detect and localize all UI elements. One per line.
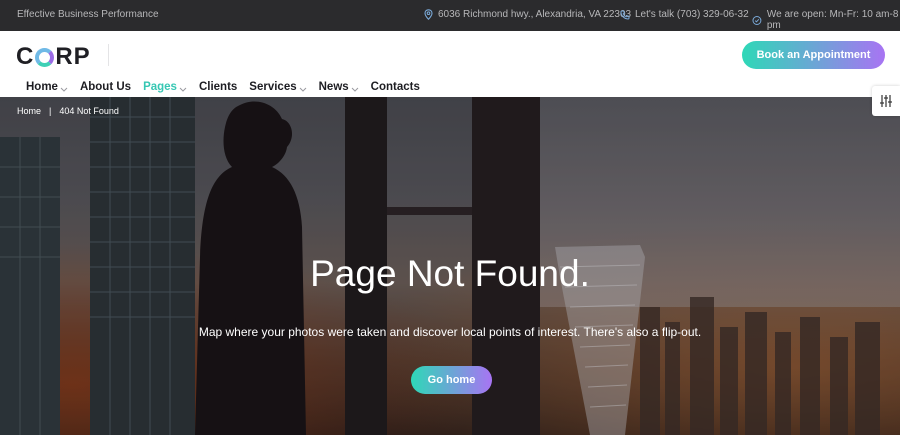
clock-icon	[752, 15, 762, 25]
nav-item-pages[interactable]: Pages	[143, 81, 187, 93]
phone-icon	[620, 10, 630, 20]
chevron-down-icon	[351, 87, 359, 92]
main-nav: Home About Us Pages Clients Services New…	[26, 81, 432, 93]
phone-text: Let's talk (703) 329-06-32	[635, 9, 749, 20]
address-info: 6036 Richmond hwy., Alexandria, VA 22303	[424, 9, 631, 20]
nav-item-home[interactable]: Home	[26, 81, 68, 93]
hours-text: We are open: Mn-Fr: 10 am-8 pm	[766, 9, 899, 31]
logo-divider	[108, 44, 109, 66]
nav-item-news[interactable]: News	[319, 81, 359, 93]
nav-item-label: Contacts	[370, 81, 420, 93]
breadcrumb-separator: |	[49, 106, 52, 116]
nav-item-contacts[interactable]: Contacts	[371, 81, 420, 93]
logo-letters-rp: RP	[55, 43, 91, 70]
logo-ring-icon	[35, 47, 55, 67]
nav-item-label: About Us	[79, 81, 132, 93]
nav-item-clients[interactable]: Clients	[199, 81, 237, 93]
go-home-button[interactable]: Go home	[411, 366, 492, 394]
nav-item-label: Home	[26, 81, 58, 93]
tagline: Effective Business Performance	[17, 9, 159, 20]
nav-item-label: News	[318, 81, 349, 93]
breadcrumb: Home | 404 Not Found	[17, 106, 119, 116]
address-text: 6036 Richmond hwy., Alexandria, VA 22303	[438, 9, 632, 20]
nav-item-about-us[interactable]: About Us	[80, 81, 131, 93]
chevron-down-icon	[60, 87, 68, 92]
nav-item-services[interactable]: Services	[249, 81, 306, 93]
map-pin-icon	[424, 9, 433, 20]
hours-info: We are open: Mn-Fr: 10 am-8 pm	[752, 9, 900, 31]
logo-letter-c: C	[16, 43, 35, 70]
chevron-down-icon	[299, 87, 306, 92]
page-subtitle: Map where your photos were taken and dis…	[198, 325, 702, 339]
logo[interactable]: C RP	[16, 43, 91, 71]
nav-item-label: Services	[249, 81, 297, 93]
book-appointment-button[interactable]: Book an Appointment	[742, 41, 885, 69]
breadcrumb-current: 404 Not Found	[59, 106, 119, 116]
top-bar: Effective Business Performance 6036 Rich…	[0, 0, 900, 31]
chevron-down-icon	[179, 87, 187, 92]
nav-item-label: Pages	[143, 81, 177, 93]
nav-item-label: Clients	[198, 81, 238, 93]
breadcrumb-home-link[interactable]: Home	[17, 106, 41, 116]
phone-info[interactable]: Let's talk (703) 329-06-32	[620, 9, 749, 20]
page-title: Page Not Found.	[310, 253, 590, 294]
site-header: C RP Book an Appointment Home About Us P…	[0, 31, 900, 97]
settings-panel-toggle[interactable]	[872, 86, 900, 116]
sliders-icon	[880, 95, 892, 107]
